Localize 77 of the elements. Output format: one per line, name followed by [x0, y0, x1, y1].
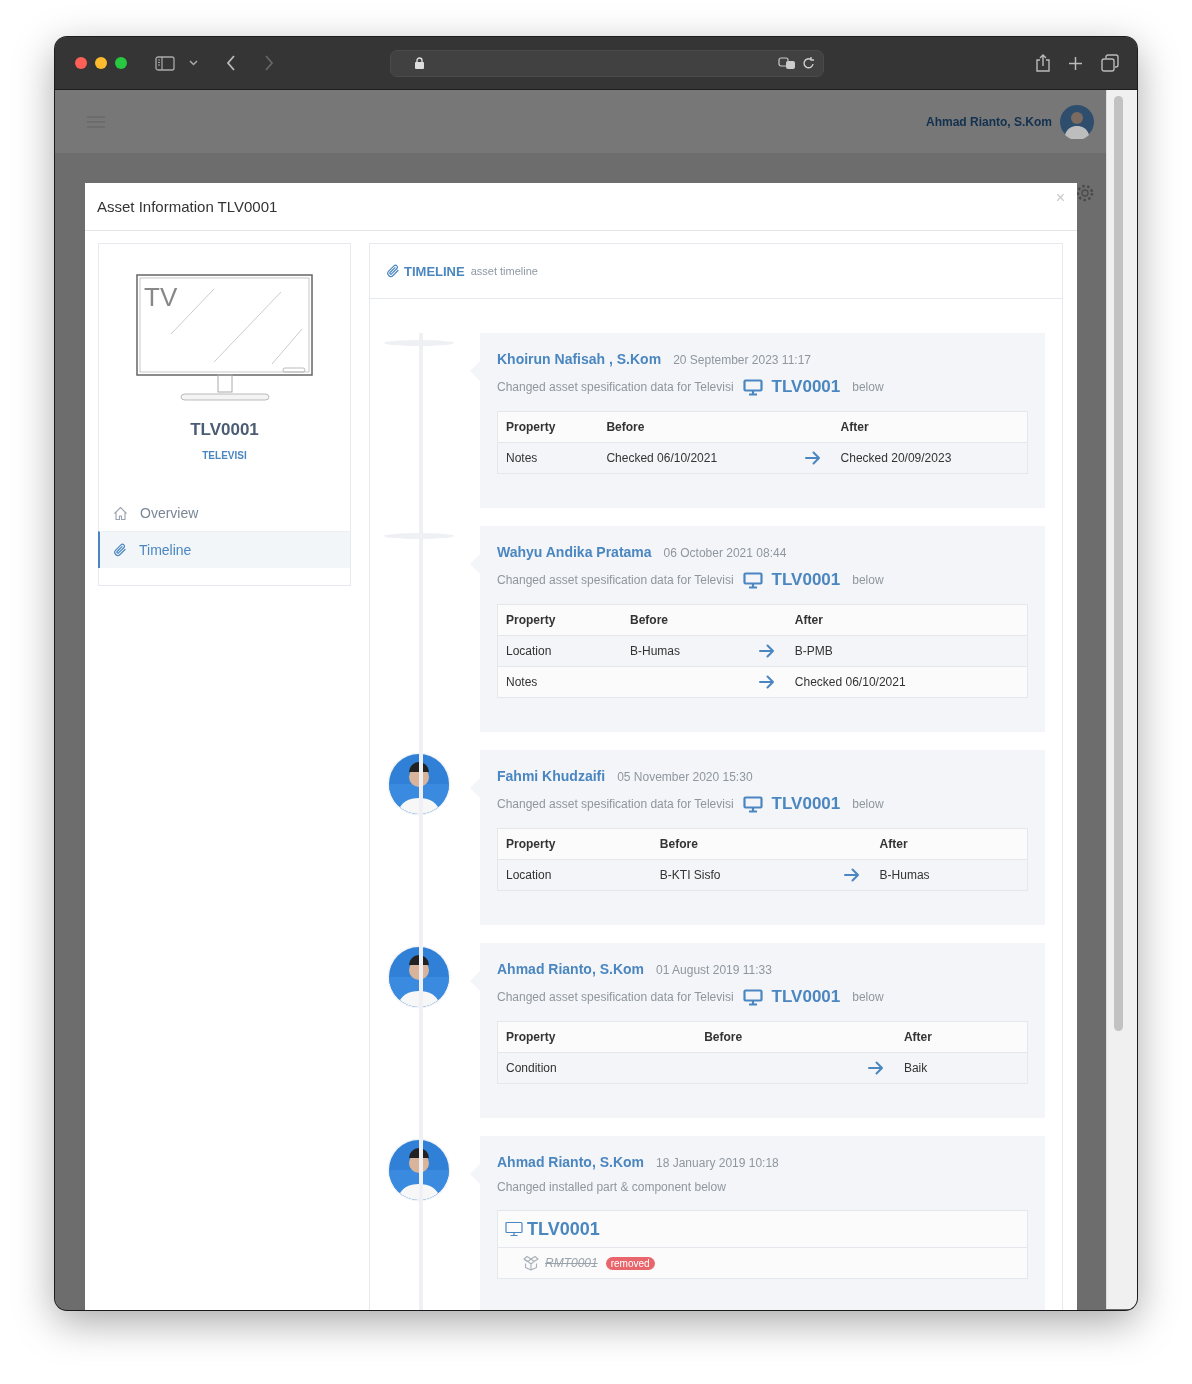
table-cell: Notes [497, 666, 622, 698]
description-suffix: below [852, 990, 884, 1004]
translate-icon[interactable] [778, 56, 796, 70]
panel-title: TIMELINE [404, 263, 465, 279]
table-cell: Checked 20/09/2023 [832, 442, 1028, 474]
change-description: Changed asset spesification data for Televisi [497, 573, 734, 587]
close-window-button[interactable] [75, 57, 87, 69]
package-icon [523, 1255, 539, 1271]
asset-code[interactable]: TLV0001 [771, 570, 841, 590]
monitor-icon [505, 1221, 523, 1237]
lock-icon [415, 57, 424, 69]
monitor-icon [742, 378, 763, 396]
right-arrow-icon [867, 1061, 884, 1075]
table-cell: Checked 06/10/2021 [786, 666, 1028, 698]
paperclip-icon [386, 264, 400, 278]
table-cell: Checked 06/10/2021 [598, 442, 793, 474]
monitor-icon [742, 795, 763, 813]
status-badge: removed [605, 1256, 655, 1270]
table-cell: B-KTI Sisfo [651, 859, 832, 891]
asset-code[interactable]: TLV0001 [771, 377, 841, 397]
table-cell: Notes [497, 442, 599, 474]
share-icon[interactable] [1036, 54, 1050, 72]
reload-icon[interactable] [802, 56, 815, 70]
address-bar[interactable] [390, 49, 824, 77]
asset-code[interactable]: TLV0001 [771, 987, 841, 1007]
asset-category: TELEVISI [201, 450, 248, 461]
table-cell: Location [497, 859, 652, 891]
description-suffix: below [852, 573, 884, 587]
change-description: Changed asset spesification data for Televisi [497, 380, 734, 394]
sidebar-icon[interactable] [155, 55, 175, 71]
user-name[interactable]: Ahmad Rianto, S.Kom [926, 114, 1053, 129]
user-name[interactable]: Wahyu Andika Pratama [497, 544, 652, 560]
description-suffix: below [852, 380, 884, 394]
table-cell: B-Humas [871, 859, 1028, 891]
chevron-down-icon[interactable] [189, 60, 198, 66]
timestamp: 06 October 2021 08:44 [663, 546, 787, 560]
monitor-icon [742, 571, 763, 589]
timestamp: 05 November 2020 15:30 [617, 770, 753, 784]
zoom-window-button[interactable] [115, 57, 127, 69]
table-cell: Location [497, 635, 622, 667]
home-icon [113, 505, 128, 521]
change-description: Changed installed part & component below [497, 1180, 726, 1194]
asset-code[interactable]: TLV0001 [527, 1218, 600, 1240]
timestamp: 20 September 2023 11:17 [673, 353, 811, 367]
sidebar-item[interactable]: Timeline [98, 531, 350, 568]
paperclip-icon [113, 543, 127, 557]
asset-code[interactable]: TLV0001 [771, 794, 841, 814]
timestamp: 18 January 2019 10:18 [656, 1156, 779, 1170]
tabs-icon[interactable] [1101, 54, 1119, 72]
scrollbar-thumb[interactable] [1114, 96, 1124, 1031]
panel-subtitle: asset timeline [470, 265, 538, 277]
right-arrow-icon [804, 451, 821, 465]
modal-title: Asset Information TLV0001 [97, 198, 278, 215]
table-cell: B-PMB [786, 635, 1028, 667]
right-arrow-icon [758, 675, 775, 689]
sidebar-item[interactable]: Overview [98, 495, 350, 531]
user-name[interactable]: Fahmi Khudzaifi [497, 768, 606, 784]
right-arrow-icon [758, 644, 775, 658]
change-description: Changed asset spesification data for Televisi [497, 990, 734, 1004]
part-code: RMT0001 [545, 1256, 598, 1270]
right-arrow-icon [843, 868, 860, 882]
minimize-window-button[interactable] [95, 57, 107, 69]
tv-drawing: TV [135, 274, 314, 402]
change-description: Changed asset spesification data for Televisi [497, 797, 734, 811]
user-name[interactable]: Ahmad Rianto, S.Kom [497, 1154, 644, 1170]
table-cell: Baik [895, 1052, 1028, 1084]
plus-icon[interactable] [1068, 55, 1083, 71]
user-name[interactable]: Khoirun Nafisah , S.Kom [497, 351, 662, 367]
user-name[interactable]: Ahmad Rianto, S.Kom [497, 961, 644, 977]
back-icon[interactable] [226, 55, 236, 71]
settings-icon[interactable] [1075, 183, 1095, 203]
table-cell: Condition [497, 1052, 697, 1084]
monitor-icon [742, 988, 763, 1006]
table-cell: B-Humas [622, 635, 747, 667]
asset-code: TLV0001 [189, 420, 260, 440]
timestamp: 01 August 2019 11:33 [656, 963, 772, 977]
description-suffix: below [852, 797, 884, 811]
